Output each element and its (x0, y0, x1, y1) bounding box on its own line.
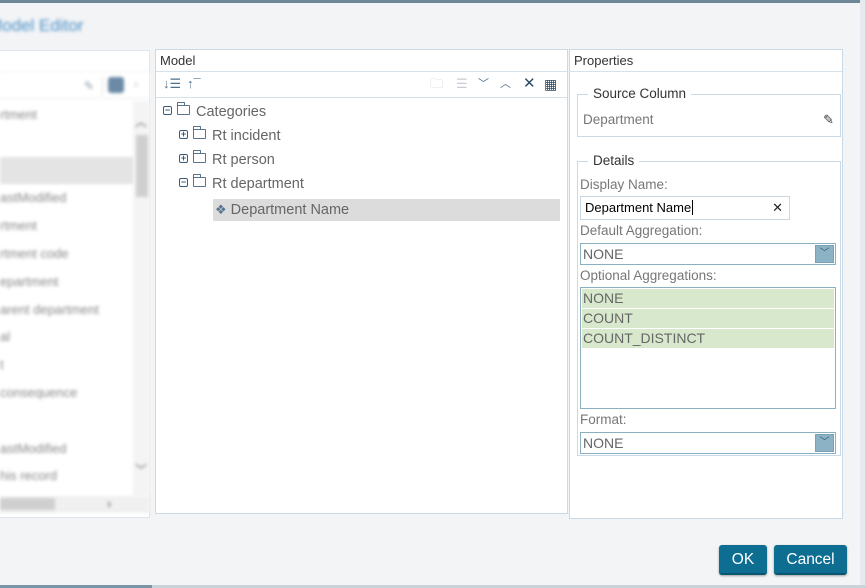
list-item[interactable] (0, 129, 135, 157)
optional-aggregations-list[interactable]: NONE COUNT COUNT_DISTINCT (580, 287, 836, 409)
tree-node-rt-department[interactable]: − Rt department (179, 173, 304, 195)
source-columns-toolbar: ✎ › (0, 73, 149, 99)
default-aggregation-value: NONE (583, 246, 624, 262)
edit-icon[interactable]: ✎ (84, 79, 96, 93)
default-aggregation-label: Default Aggregation: (580, 223, 703, 238)
vertical-scrollbar[interactable]: ︿ ﹀ (133, 101, 150, 496)
tree-node-rt-incident[interactable]: + Rt incident (179, 125, 281, 147)
database-icon[interactable] (108, 77, 124, 93)
folder-icon (193, 174, 206, 188)
list-item[interactable]: t (0, 351, 135, 379)
chevron-right-icon[interactable]: › (107, 496, 111, 511)
expand-icon[interactable]: + (179, 129, 188, 139)
list-item[interactable]: rtment (0, 212, 135, 240)
list-option[interactable]: NONE (582, 289, 834, 308)
window-right-edge (860, 0, 865, 588)
tree-node-label: Rt person (212, 152, 275, 168)
sort-ascending-icon[interactable]: ↑¯ (187, 75, 201, 93)
properties-panel: Properties Source Column Department ✎ De… (569, 49, 843, 519)
list-item[interactable]: epartment (0, 268, 135, 296)
tree-node-label: Categories (196, 104, 267, 120)
list-option[interactable]: COUNT (582, 309, 834, 328)
list-item[interactable]: astModified (0, 184, 135, 212)
folder-icon (177, 102, 190, 116)
chevron-down-icon[interactable]: ﹀ (815, 245, 834, 263)
tree-node-rt-person[interactable]: + Rt person (179, 149, 275, 171)
source-column-group: Source Column Department ✎ (577, 86, 841, 137)
details-group: Details Display Name: Department Name ✕ … (577, 153, 841, 456)
folder-icon[interactable]: 🗀 (430, 75, 443, 93)
source-columns-list: rtment astModified rtment rtment code ep… (0, 101, 135, 496)
chevron-up-icon[interactable]: ︿ (135, 113, 147, 130)
format-value: NONE (583, 435, 624, 451)
window-top-border (0, 0, 865, 3)
collapse-icon[interactable]: − (163, 105, 172, 115)
format-select[interactable]: NONE ﹀ (580, 432, 836, 454)
tree-node-label: Department Name (230, 202, 350, 218)
list-item[interactable]: rtment (0, 101, 135, 129)
default-aggregation-select[interactable]: NONE ﹀ (580, 243, 836, 265)
layers-icon: ❖ (215, 202, 227, 217)
folder-icon (193, 150, 206, 164)
ok-button[interactable]: OK (719, 545, 767, 575)
list-item[interactable]: consequence (0, 379, 135, 407)
tree-node-label: Rt department (212, 176, 304, 192)
source-columns-header (0, 51, 149, 73)
chevron-up-icon[interactable]: ︿ (500, 75, 511, 93)
chevron-down-icon[interactable]: ﹀ (135, 461, 147, 478)
collapse-icon[interactable]: − (179, 177, 188, 187)
clear-icon[interactable]: ✕ (772, 197, 783, 219)
details-legend: Details (588, 153, 640, 169)
source-column-value: Department (583, 112, 654, 127)
chevron-down-icon[interactable]: ﹀ (478, 75, 489, 93)
toolbar-divider (102, 76, 103, 96)
list-item[interactable]: arent department (0, 296, 135, 324)
list-item[interactable] (0, 156, 135, 185)
model-panel: Model ↓☰ ↑¯ 🗀 ☰ ﹀ ︿ ✕ ▦ − Categories + Rt … (155, 49, 568, 514)
list-item[interactable]: rtment code (0, 240, 135, 268)
model-header: Model (156, 50, 567, 72)
chevron-down-icon[interactable]: ﹀ (815, 434, 834, 452)
folder-icon (193, 126, 206, 140)
text-caret (692, 200, 694, 216)
list-item[interactable]: al (0, 323, 135, 351)
cancel-button[interactable]: Cancel (774, 545, 847, 575)
format-label: Format: (580, 412, 627, 427)
horizontal-scrollbar[interactable]: › (0, 496, 150, 513)
properties-header: Properties (570, 50, 842, 72)
display-name-input[interactable]: Department Name ✕ (580, 196, 790, 220)
sort-descending-icon[interactable]: ↓☰ (163, 75, 181, 93)
expand-icon[interactable]: + (179, 153, 188, 163)
tree-node-label: Rt incident (212, 128, 281, 144)
list-option[interactable]: COUNT_DISTINCT (582, 329, 834, 348)
close-icon[interactable]: ✕ (523, 75, 536, 93)
chevron-right-icon[interactable]: › (134, 77, 138, 91)
edit-icon[interactable]: ✎ (823, 112, 834, 128)
list-item[interactable] (0, 407, 135, 435)
scrollbar-thumb[interactable] (0, 498, 55, 510)
list-item[interactable]: his record (0, 462, 135, 490)
list-icon[interactable]: ☰ (456, 75, 468, 93)
model-toolbar: ↓☰ ↑¯ 🗀 ☰ ﹀ ︿ ✕ ▦ (156, 72, 567, 98)
display-name-value: Department Name (585, 200, 692, 215)
scrollbar-thumb[interactable] (136, 135, 148, 197)
tree-node-categories[interactable]: − Categories (163, 101, 266, 123)
list-item[interactable]: astModified (0, 435, 135, 463)
tree-node-department-name[interactable]: ❖ Department Name (213, 199, 560, 221)
dialog-title: Model Editor (0, 16, 84, 35)
table-clear-icon[interactable]: ▦ (544, 75, 557, 93)
display-name-label: Display Name: (580, 177, 668, 192)
optional-aggregations-label: Optional Aggregations: (580, 268, 717, 283)
source-column-legend: Source Column (588, 86, 692, 102)
source-columns-panel: ✎ › rtment astModified rtment rtment cod… (0, 50, 150, 518)
